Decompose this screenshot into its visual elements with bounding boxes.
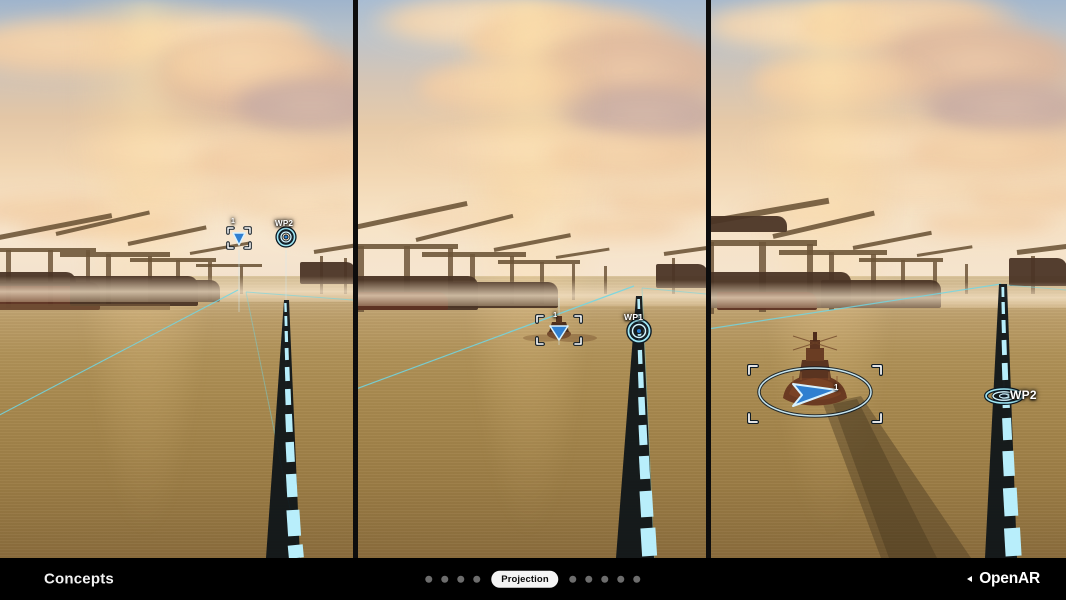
play-triangle-mark-icon [967,574,977,584]
panel-2-mid-approach-view[interactable]: 1 WP1 [358,0,706,558]
pager-dot[interactable] [473,575,481,583]
pager-dot[interactable] [585,575,593,583]
water-surface [358,276,706,558]
section-title: Concepts [44,570,114,588]
waypoint-label-panel-1: WP2 [275,219,294,228]
vessel-id-label-panel-2: 1 [553,310,558,319]
pager-dot[interactable] [617,575,625,583]
cloud [751,54,941,114]
brand-logo-text: OpenAR [979,570,1040,587]
cloud [20,214,210,240]
pager-current-label[interactable]: Projection [491,570,559,588]
presentation-stage: 1 WP2 1 WP1 1 WP2 Concepts Projection Op… [0,0,1066,600]
pager-dot[interactable] [441,575,449,583]
cloud [388,204,548,230]
slide-pagination[interactable]: Projection [425,570,641,588]
panel-1-far-approach-view[interactable]: 1 WP2 [0,0,353,558]
cloud [921,212,1066,236]
vessel-id-label-panel-1: 1 [231,218,236,225]
pager-dot[interactable] [569,575,577,583]
cloud [731,200,901,226]
bottom-bar: Concepts Projection OpenAR [0,558,1066,600]
cloud [558,216,698,240]
brand-logo: OpenAR [967,570,1040,588]
water-surface [0,276,353,558]
panel-strip: 1 WP2 1 WP1 1 WP2 [0,0,1066,558]
pager-dot[interactable] [601,575,609,583]
water-surface [711,276,1066,558]
waypoint-label-panel-2: WP1 [624,312,644,322]
pager-dot[interactable] [457,575,465,583]
waypoint-label-panel-3: WP2 [1010,388,1037,402]
pager-dot[interactable] [633,575,641,583]
panel-3-close-vessel-view[interactable]: 1 WP2 [711,0,1066,558]
vessel-id-label-panel-3: 1 [834,383,839,392]
pager-dot[interactable] [425,575,433,583]
